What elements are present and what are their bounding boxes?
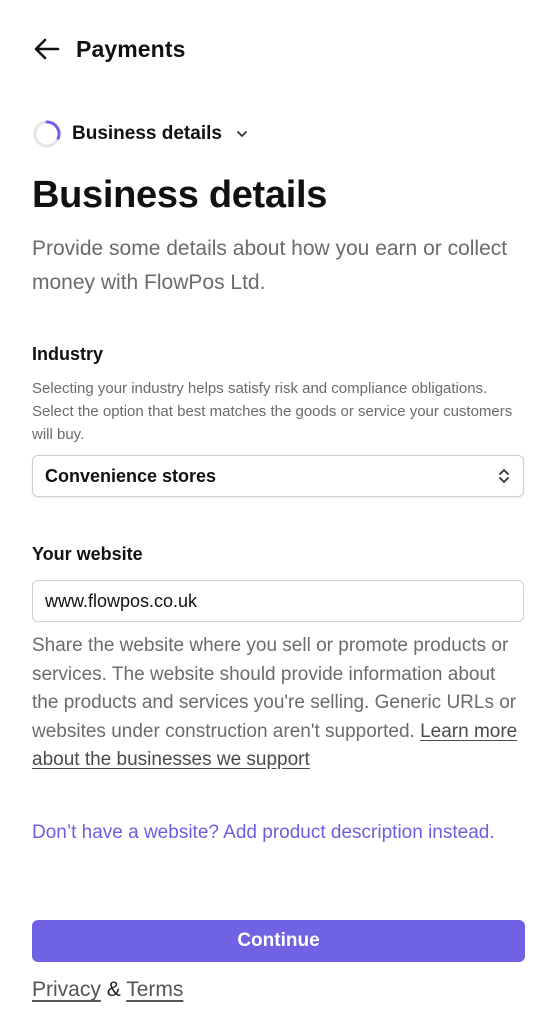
website-label: Your website [32,544,143,564]
back-button[interactable] [32,34,62,64]
progress-ring-icon [33,120,61,148]
footer-ampersand: & [106,978,121,1001]
page-subtitle: Provide some details about how you earn … [32,237,508,294]
industry-selected-value: Convenience stores [45,465,217,486]
chevron-down-icon [236,130,248,138]
add-product-description-link[interactable]: Don’t have a website? Add product descri… [32,819,524,848]
industry-select[interactable]: Convenience stores [32,455,524,497]
website-input[interactable] [45,590,511,612]
website-help-text: Share the website where you sell or prom… [32,632,524,775]
privacy-link[interactable]: Privacy [32,978,101,1001]
arrow-left-icon [34,38,60,60]
select-arrows-icon [499,469,509,483]
payments-onboarding-page: Payments Business details Business detai… [0,0,553,1024]
industry-help-text: Selecting your industry helps satisfy ri… [32,380,513,443]
page-title: Business details [32,174,328,216]
header: Payments [32,34,185,64]
website-field[interactable] [32,580,524,622]
continue-button[interactable]: Continue [32,920,525,962]
footer-links: Privacy & Terms [32,978,183,1002]
industry-label: Industry [32,344,104,364]
terms-link[interactable]: Terms [126,978,183,1001]
step-label: Business details [72,123,222,144]
step-selector[interactable]: Business details [32,119,248,149]
header-title: Payments [76,35,186,62]
